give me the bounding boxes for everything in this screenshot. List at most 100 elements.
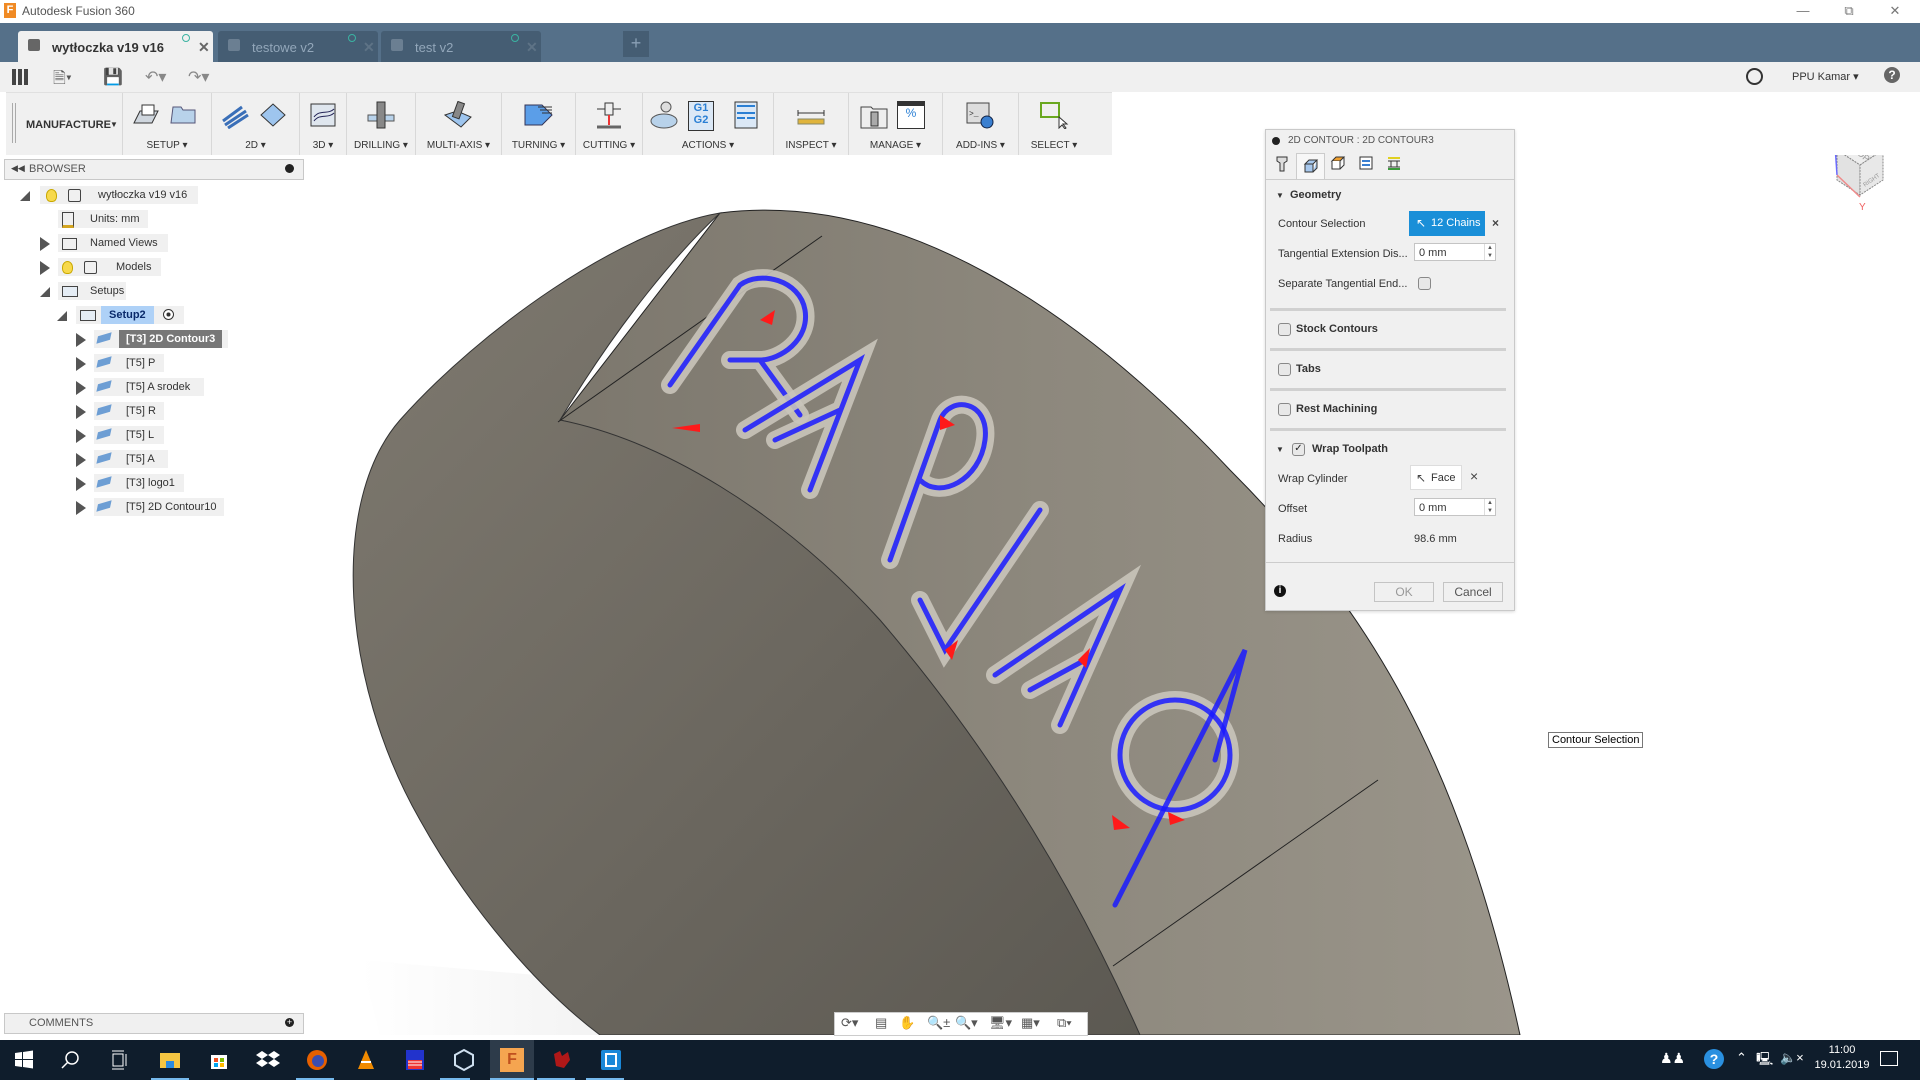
collapse-dialog-icon[interactable] — [1272, 137, 1280, 145]
orbit-icon[interactable]: ⟳▾ — [841, 1015, 858, 1031]
clear-selection-icon[interactable]: × — [1492, 216, 1499, 230]
contour-selection-button[interactable]: ↖ 12 Chains — [1409, 211, 1485, 236]
ribbon-group-manage[interactable]: % MANAGE ▾ — [849, 93, 943, 155]
active-setup-icon[interactable] — [163, 309, 174, 320]
action-center-icon[interactable] — [1880, 1051, 1898, 1066]
collapse-section-icon[interactable]: ▼ — [1276, 445, 1284, 454]
grid-settings-icon[interactable]: ▦▾ — [1021, 1015, 1040, 1031]
clear-wrap-selection-icon[interactable]: × — [1470, 468, 1478, 484]
pan-hand-icon[interactable]: ✋ — [899, 1015, 915, 1031]
operation-item[interactable]: [T5] L — [0, 426, 300, 446]
tabs-checkbox[interactable] — [1278, 363, 1291, 376]
expand-arrow-icon[interactable] — [40, 261, 50, 275]
workspace-switcher[interactable]: MANUFACTURE ▼ — [6, 93, 123, 155]
file-explorer-icon[interactable] — [158, 1048, 182, 1072]
clock[interactable]: 11:00 19.01.2019 — [1812, 1044, 1872, 1071]
operation-item[interactable]: [T5] A — [0, 450, 300, 470]
operation-item[interactable]: [T5] R — [0, 402, 300, 422]
expand-arrow-icon[interactable] — [76, 477, 86, 491]
close-tab-icon[interactable]: ✕ — [363, 39, 375, 56]
document-tab[interactable]: test v2 ✕ — [381, 31, 541, 62]
task-view-icon[interactable] — [108, 1048, 132, 1072]
spinner-icon[interactable]: ▲ ▼ — [1484, 244, 1495, 260]
operation-item[interactable]: [T5] 2D Contour10 — [0, 498, 300, 518]
tree-node-named-views[interactable]: Named Views — [0, 234, 300, 254]
tab-heights[interactable] — [1326, 155, 1350, 177]
visibility-bulb-icon[interactable] — [46, 189, 57, 202]
expand-arrow-icon[interactable] — [76, 381, 86, 395]
ribbon-group-3d[interactable]: 3D ▾ — [300, 93, 347, 155]
ribbon-group-cutting[interactable]: CUTTING ▾ — [576, 93, 643, 155]
collapse-section-icon[interactable]: ▼ — [1276, 191, 1284, 200]
ribbon-group-multi-axis[interactable]: MULTI-AXIS ▾ — [416, 93, 502, 155]
cancel-button[interactable]: Cancel — [1443, 582, 1503, 602]
start-windows-icon[interactable] — [12, 1048, 36, 1072]
ribbon-group-add-ins[interactable]: >_ ADD-INS ▾ — [943, 93, 1019, 155]
viewports-icon[interactable]: ⧉▾ — [1057, 1015, 1072, 1031]
display-settings-icon[interactable]: 🖥▾ — [989, 1015, 1012, 1031]
tree-node-models[interactable]: Models — [0, 258, 300, 278]
zoom-icon[interactable]: 🔍± — [927, 1015, 950, 1031]
visibility-bulb-icon[interactable] — [62, 261, 73, 274]
document-tab-active[interactable]: wytłoczka v19 v16 ✕ — [18, 31, 213, 62]
expand-arrow-icon[interactable] — [76, 501, 86, 515]
expand-arrow-icon[interactable] — [76, 357, 86, 371]
fit-window-icon[interactable]: 🔍▾ — [955, 1015, 978, 1031]
operation-item[interactable]: [T3] 2D Contour3 — [0, 330, 300, 350]
expand-arrow-icon[interactable] — [76, 405, 86, 419]
collapse-arrow-icon[interactable] — [20, 191, 30, 201]
bracket-app-icon[interactable] — [599, 1048, 623, 1072]
comments-panel-header[interactable]: COMMENTS + — [4, 1013, 304, 1034]
help-tray-icon[interactable]: ? — [1704, 1049, 1724, 1069]
virtualbox-icon[interactable] — [452, 1048, 476, 1072]
browser-panel-header[interactable]: ◀◀ BROWSER — [4, 159, 304, 180]
stock-contours-checkbox[interactable] — [1278, 323, 1291, 336]
tab-linking[interactable] — [1382, 155, 1406, 177]
network-icon[interactable]: 🖳 — [1756, 1050, 1773, 1072]
store-icon[interactable] — [207, 1048, 231, 1072]
expand-arrow-icon[interactable] — [76, 453, 86, 467]
wrap-toolpath-checkbox[interactable]: ✓ — [1292, 443, 1305, 456]
ribbon-group-actions[interactable]: G1 G2 ACTIONS ▾ — [643, 93, 774, 155]
file-menu-icon[interactable]: 🗎▾ — [53, 67, 72, 94]
tree-node-setup2[interactable]: Setup2 — [0, 306, 300, 326]
collapse-arrow-icon[interactable] — [40, 287, 50, 297]
tree-node-root[interactable]: wytłoczka v19 v16 — [0, 186, 300, 206]
floppy-app-icon[interactable] — [403, 1048, 427, 1072]
info-icon[interactable]: i — [1274, 585, 1286, 597]
tree-node-units[interactable]: Units: mm — [0, 210, 300, 230]
tab-tool[interactable] — [1270, 155, 1294, 177]
document-tab[interactable]: testowe v2 ✕ — [218, 31, 378, 62]
save-icon[interactable]: 💾 — [103, 67, 123, 87]
spinner-icon[interactable]: ▲ ▼ — [1484, 499, 1495, 515]
undo-icon[interactable]: ↶▾ — [145, 67, 166, 87]
expand-arrow-icon[interactable] — [76, 429, 86, 443]
volume-muted-icon[interactable]: 🔈× — [1780, 1050, 1804, 1066]
minimize-button[interactable]: — — [1780, 0, 1826, 23]
ribbon-group-turning[interactable]: TURNING ▾ — [502, 93, 576, 155]
vlc-icon[interactable] — [354, 1048, 378, 1072]
tab-geometry[interactable] — [1296, 153, 1325, 179]
close-tab-icon[interactable]: ✕ — [526, 39, 538, 56]
ribbon-group-2d[interactable]: 2D ▾ — [212, 93, 300, 155]
show-hidden-icons-chevron[interactable]: ⌃ — [1736, 1050, 1747, 1066]
pin-panel-icon[interactable] — [285, 164, 294, 173]
rest-machining-checkbox[interactable] — [1278, 403, 1291, 416]
firefox-icon[interactable] — [305, 1048, 329, 1072]
help-icon[interactable]: ? — [1884, 67, 1900, 83]
ok-button[interactable]: OK — [1374, 582, 1434, 602]
tab-passes[interactable] — [1354, 155, 1378, 177]
tangential-extension-input[interactable]: 0 mm ▲ ▼ — [1414, 243, 1496, 261]
redo-icon[interactable]: ↷▾ — [188, 67, 209, 87]
view-cube[interactable]: TOP RIGHT Z Y — [1815, 155, 1885, 213]
separate-tangential-checkbox[interactable] — [1418, 277, 1431, 290]
fusion-taskbar-button[interactable]: F — [490, 1040, 534, 1080]
operation-item[interactable]: [T3] logo1 — [0, 474, 300, 494]
tree-node-setups[interactable]: Setups — [0, 282, 300, 302]
restore-button[interactable]: ⧉ — [1826, 0, 1872, 23]
ribbon-group-drilling[interactable]: DRILLING ▾ — [347, 93, 416, 155]
ribbon-group-select[interactable]: SELECT ▾ — [1019, 93, 1089, 155]
user-account-menu[interactable]: PPU Kamar ▾ — [1792, 70, 1859, 83]
look-at-icon[interactable]: ▤ — [875, 1015, 887, 1031]
game-app-icon[interactable] — [550, 1048, 574, 1072]
